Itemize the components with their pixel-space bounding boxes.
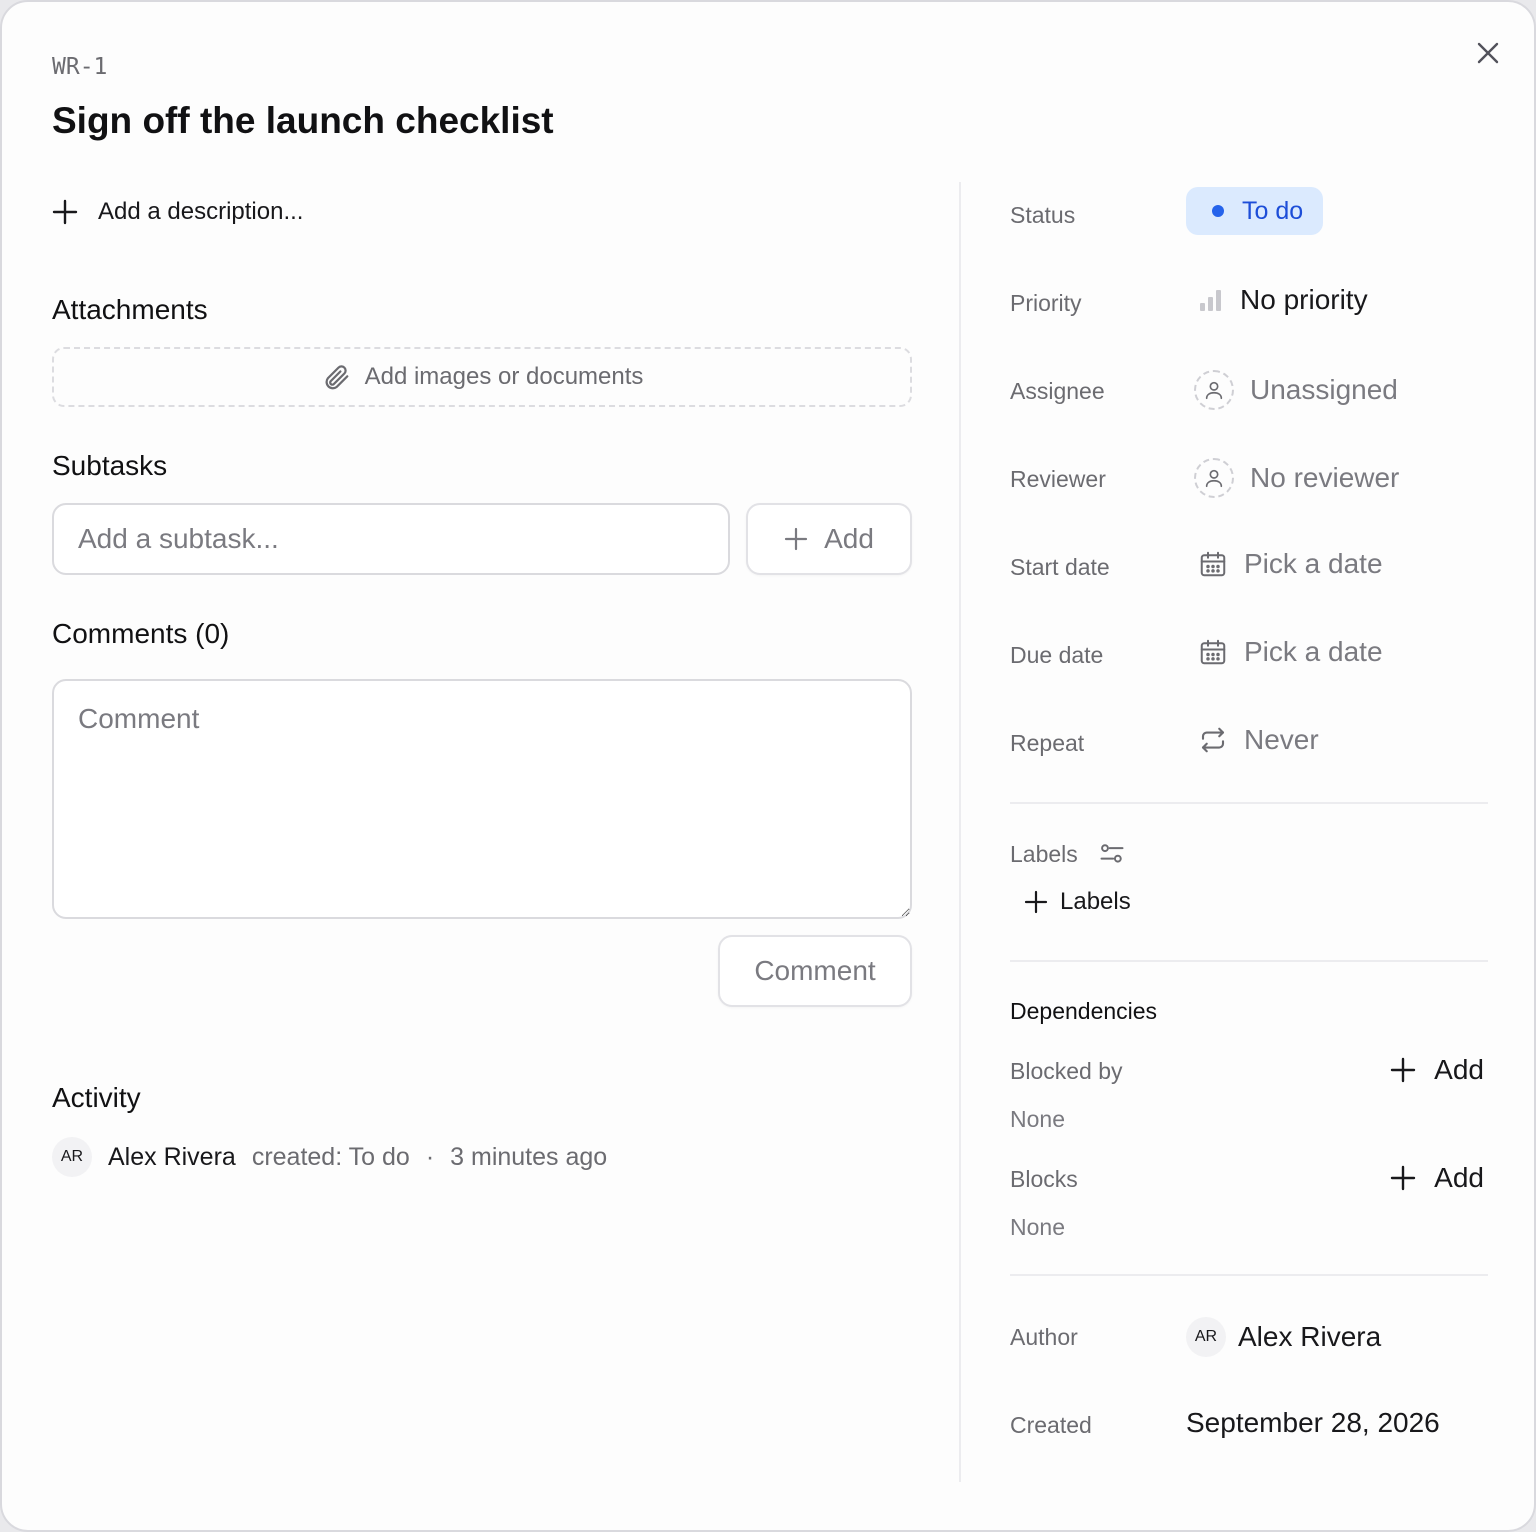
subtasks-heading: Subtasks bbox=[52, 450, 168, 481]
due-date-label: Due date bbox=[1010, 642, 1104, 668]
user-icon bbox=[1194, 458, 1234, 498]
add-subtask-button[interactable]: Add bbox=[746, 503, 912, 575]
due-date-value: Pick a date bbox=[1244, 636, 1383, 667]
add-labels-label: Labels bbox=[1060, 888, 1131, 915]
attachments-dropzone[interactable]: Add images or documents bbox=[52, 347, 912, 407]
close-button[interactable] bbox=[1472, 37, 1504, 69]
activity-time: 3 minutes ago bbox=[450, 1142, 608, 1171]
task-id: WR-1 bbox=[52, 54, 108, 80]
submit-comment-button[interactable]: Comment bbox=[718, 935, 912, 1007]
attachments-heading: Attachments bbox=[52, 294, 208, 325]
start-date-picker[interactable]: Pick a date bbox=[1198, 548, 1383, 580]
repeat-icon bbox=[1201, 727, 1225, 753]
add-blocked-by-label: Add bbox=[1434, 1054, 1484, 1085]
add-blocks-label: Add bbox=[1434, 1162, 1484, 1193]
plus-icon bbox=[784, 527, 808, 551]
add-blocked-by-button[interactable]: Add bbox=[1390, 1054, 1484, 1086]
submit-comment-label: Comment bbox=[754, 955, 876, 986]
author-name: Alex Rivera bbox=[1238, 1321, 1382, 1352]
labels-heading: Labels bbox=[1010, 840, 1078, 867]
divider bbox=[1010, 802, 1488, 804]
task-detail-modal: WR-1 Sign off the launch checklist Add a… bbox=[0, 0, 1536, 1532]
divider bbox=[1010, 960, 1488, 962]
add-description-label: Add a description... bbox=[98, 198, 304, 225]
paperclip-icon bbox=[325, 365, 348, 390]
status-badge[interactable]: To do bbox=[1186, 187, 1324, 235]
created-value: September 28, 2026 bbox=[1186, 1407, 1440, 1438]
add-description-button[interactable]: Add a description... bbox=[52, 198, 303, 226]
calendar-icon bbox=[1200, 639, 1226, 665]
reviewer-value: No reviewer bbox=[1250, 462, 1400, 493]
created-label: Created bbox=[1010, 1412, 1092, 1438]
assignee-label: Assignee bbox=[1010, 378, 1105, 404]
add-blocks-button[interactable]: Add bbox=[1390, 1162, 1484, 1194]
add-labels-button[interactable]: Labels bbox=[1024, 888, 1131, 916]
avatar: AR bbox=[1186, 1317, 1226, 1357]
sliders-icon[interactable] bbox=[1098, 840, 1126, 868]
plus-icon bbox=[52, 199, 78, 225]
start-date-value: Pick a date bbox=[1244, 548, 1383, 579]
divider bbox=[1010, 1274, 1488, 1276]
blocked-by-value: None bbox=[1010, 1106, 1065, 1132]
status-label: Status bbox=[1010, 202, 1076, 228]
assignee-selector[interactable]: Unassigned bbox=[1194, 370, 1398, 410]
activity-item: AR Alex Rivera created: To do · 3 minute… bbox=[52, 1137, 607, 1177]
priority-label: Priority bbox=[1010, 290, 1082, 316]
status-value: To do bbox=[1242, 196, 1304, 225]
calendar-icon bbox=[1200, 551, 1226, 577]
priority-bars-icon bbox=[1200, 290, 1221, 311]
priority-value: No priority bbox=[1240, 284, 1368, 315]
plus-icon bbox=[1390, 1057, 1416, 1083]
author-value: AR Alex Rivera bbox=[1186, 1317, 1381, 1357]
assignee-value: Unassigned bbox=[1250, 374, 1398, 405]
start-date-label: Start date bbox=[1010, 554, 1110, 580]
user-icon bbox=[1194, 370, 1234, 410]
comment-input[interactable] bbox=[52, 679, 912, 919]
due-date-picker[interactable]: Pick a date bbox=[1198, 636, 1383, 668]
status-dot-icon bbox=[1212, 205, 1224, 217]
reviewer-selector[interactable]: No reviewer bbox=[1194, 458, 1399, 498]
column-divider bbox=[959, 182, 961, 1482]
task-title[interactable]: Sign off the launch checklist bbox=[52, 100, 554, 142]
close-icon bbox=[1477, 42, 1499, 64]
plus-icon bbox=[1024, 890, 1048, 914]
author-label: Author bbox=[1010, 1324, 1078, 1350]
activity-separator: · bbox=[425, 1142, 435, 1171]
blocks-label: Blocks bbox=[1010, 1166, 1078, 1192]
labels-header: Labels bbox=[1010, 840, 1126, 868]
repeat-label: Repeat bbox=[1010, 730, 1085, 756]
repeat-selector[interactable]: Never bbox=[1198, 724, 1319, 756]
dependencies-heading: Dependencies bbox=[1010, 998, 1158, 1024]
blocked-by-label: Blocked by bbox=[1010, 1058, 1123, 1084]
activity-action: created: To do bbox=[251, 1142, 410, 1171]
repeat-value: Never bbox=[1244, 724, 1319, 755]
subtask-input[interactable] bbox=[52, 503, 730, 575]
plus-icon bbox=[1390, 1165, 1416, 1191]
avatar: AR bbox=[52, 1137, 92, 1177]
blocks-value: None bbox=[1010, 1214, 1065, 1240]
activity-heading: Activity bbox=[52, 1082, 141, 1113]
priority-selector[interactable]: No priority bbox=[1198, 284, 1368, 316]
add-subtask-label: Add bbox=[824, 523, 874, 554]
reviewer-label: Reviewer bbox=[1010, 466, 1106, 492]
comments-heading: Comments (0) bbox=[52, 618, 230, 649]
attachments-label: Add images or documents bbox=[364, 363, 644, 390]
activity-user[interactable]: Alex Rivera bbox=[108, 1143, 236, 1172]
